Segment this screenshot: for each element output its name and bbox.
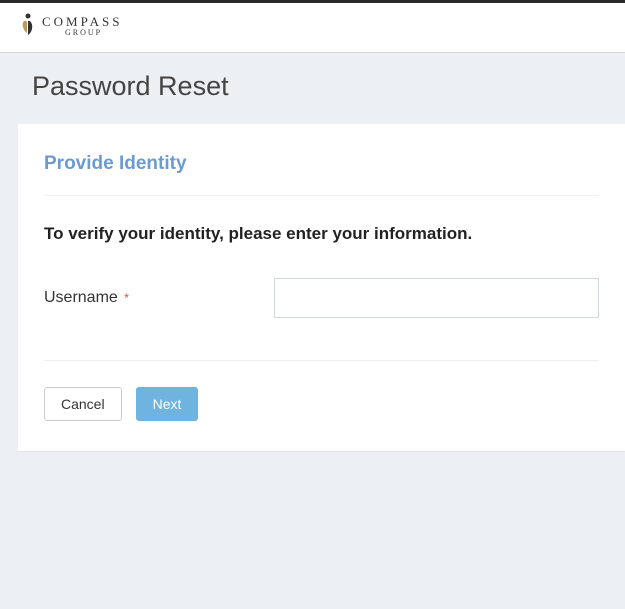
username-row: Username * xyxy=(44,278,599,318)
card-title: Provide Identity xyxy=(44,153,599,196)
compass-logo-icon xyxy=(18,13,38,37)
cancel-button[interactable]: Cancel xyxy=(44,387,122,421)
page-title-area: Password Reset xyxy=(0,53,625,124)
brand-logo: COMPASS GROUP xyxy=(18,13,123,37)
identity-card: Provide Identity To verify your identity… xyxy=(18,124,625,451)
username-label-text: Username xyxy=(44,289,118,306)
next-button[interactable]: Next xyxy=(136,387,199,421)
required-indicator: * xyxy=(124,291,129,305)
button-row: Cancel Next xyxy=(44,360,599,421)
header: COMPASS GROUP xyxy=(0,3,625,53)
username-label: Username * xyxy=(44,289,274,307)
instruction-text: To verify your identity, please enter yo… xyxy=(44,224,599,244)
page-title: Password Reset xyxy=(32,71,593,102)
username-input[interactable] xyxy=(274,278,599,318)
